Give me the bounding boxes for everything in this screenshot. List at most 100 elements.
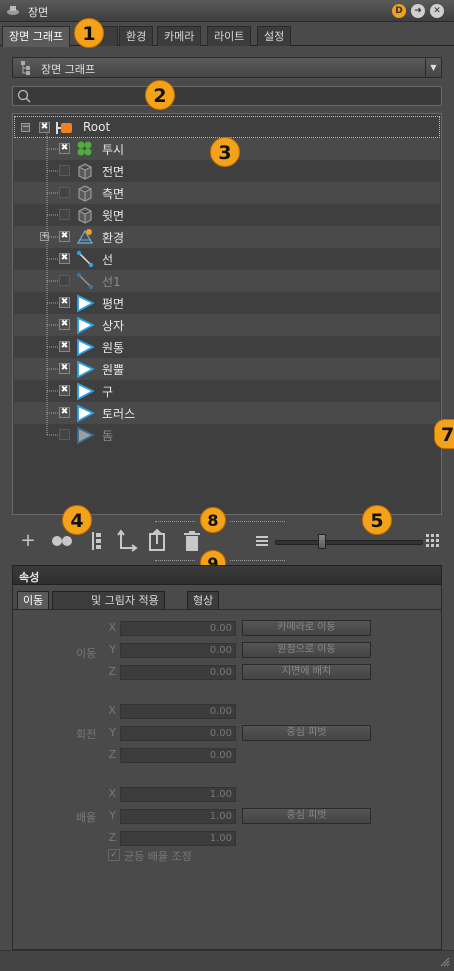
rotate-z-field[interactable]: 0.00 — [120, 748, 236, 763]
tree-label: 상자 — [102, 319, 125, 333]
splitter-grip-left[interactable] — [155, 521, 195, 523]
mesh-icon — [77, 382, 94, 400]
rotate-center-pivot-button[interactable]: 중심 피벗 — [242, 725, 371, 741]
tab-environment[interactable]: 환경 — [119, 26, 154, 46]
splitter-grip-lower-left[interactable] — [155, 560, 195, 562]
tree-row[interactable]: ✖ 평면 — [14, 292, 440, 314]
tab-light[interactable]: 라이트 — [207, 26, 252, 46]
scene-tree[interactable]: − ✖ Root ✖ 투시 전면 측면 윗면 + ✖ 환경 ✖ 선 선1 ✖ 평면 ✖ 상자 ✖ 원통 ✖ 원뿔 ✖ 구… — [12, 113, 442, 515]
visibility-checkbox[interactable] — [59, 187, 70, 198]
scene-graph-dropdown[interactable]: 장면 그래프 ▼ — [12, 57, 442, 78]
grid-view-icon[interactable] — [424, 532, 442, 550]
tree-row[interactable]: + ✖ 환경 — [14, 226, 440, 248]
tree-row[interactable]: ✖ 토러스 — [14, 402, 440, 424]
trash-icon[interactable] — [180, 530, 204, 552]
move-to-origin-button[interactable]: 원점으로 이동 — [242, 642, 371, 658]
arrow-right-icon[interactable]: ➜ — [411, 4, 425, 18]
axis-label-x: X — [108, 704, 116, 717]
visibility-checkbox[interactable]: ✖ — [59, 363, 70, 374]
properties-panel — [12, 585, 442, 950]
visibility-checkbox[interactable]: ✖ — [59, 297, 70, 308]
cube-camera-icon — [78, 207, 92, 224]
align-icon[interactable] — [84, 531, 108, 551]
tree-row[interactable]: ✖ 구 — [14, 380, 440, 402]
mesh-icon — [77, 294, 94, 312]
zoom-slider-track[interactable] — [275, 540, 423, 545]
visibility-checkbox[interactable]: ✖ — [59, 341, 70, 352]
add-icon[interactable]: + — [16, 528, 40, 554]
splitter-grip-right[interactable] — [230, 521, 285, 523]
translate-z-field[interactable]: 0.00 — [120, 665, 236, 680]
visibility-checkbox[interactable] — [59, 275, 70, 286]
axis-label-x: X — [108, 787, 116, 800]
visibility-checkbox[interactable]: ✖ — [59, 253, 70, 264]
splitter-grip-lower-right[interactable] — [230, 560, 285, 562]
tree-label: 토러스 — [102, 407, 136, 421]
tab-camera[interactable]: 카메라 — [157, 26, 202, 46]
visibility-checkbox[interactable] — [59, 429, 70, 440]
group-icon[interactable] — [50, 534, 74, 548]
marker-1: 1 — [74, 18, 104, 48]
visibility-checkbox[interactable]: ✖ — [59, 319, 70, 330]
scale-center-pivot-button[interactable]: 중심 피벗 — [242, 808, 371, 824]
uniform-scale-label: 균등 배율 조정 — [124, 850, 192, 863]
tree-label: 투시 — [102, 143, 125, 157]
tree-row[interactable]: 측면 — [14, 182, 440, 204]
chevron-down-icon[interactable]: ▼ — [425, 58, 441, 77]
tree-row[interactable]: 윗면 — [14, 204, 440, 226]
axis-label-z: Z — [108, 748, 116, 761]
rotate-x-field[interactable]: 0.00 — [120, 704, 236, 719]
rotate-y-field[interactable]: 0.00 — [120, 726, 236, 741]
window-titlebar — [0, 0, 454, 22]
properties-header: 속성 — [12, 565, 442, 585]
tree-label: 측면 — [102, 187, 125, 201]
tab-settings[interactable]: 설정 — [257, 26, 292, 46]
cube-camera-icon — [78, 185, 92, 202]
ptab-shape[interactable]: 형상 — [187, 591, 220, 609]
export-icon[interactable] — [146, 528, 170, 554]
place-on-ground-button[interactable]: 지면에 배치 — [242, 664, 371, 680]
dropdown-value: 장면 그래프 — [41, 63, 96, 76]
ptab-translate[interactable]: 이동 — [17, 591, 50, 609]
visibility-checkbox[interactable] — [59, 165, 70, 176]
visibility-checkbox[interactable]: ✖ — [59, 407, 70, 418]
tree-row[interactable]: ✖ 상자 — [14, 314, 440, 336]
collapse-icon[interactable]: − — [21, 123, 30, 132]
visibility-checkbox[interactable] — [59, 209, 70, 220]
zoom-slider-thumb[interactable] — [318, 534, 327, 549]
visibility-checkbox[interactable]: ✖ — [39, 122, 50, 133]
scale-y-field[interactable]: 1.00 — [120, 809, 236, 824]
move-to-camera-button[interactable]: 카메라로 이동 — [242, 620, 371, 636]
move-axes-icon[interactable] — [114, 528, 138, 554]
tree-label: 환경 — [102, 231, 125, 245]
marker-7: 7 — [434, 419, 454, 449]
tree-row[interactable]: ✖ 원뿔 — [14, 358, 440, 380]
expand-icon[interactable]: + — [40, 232, 49, 241]
uniform-scale-checkbox[interactable]: ✓ — [108, 849, 120, 861]
dock-d-button[interactable]: D — [392, 4, 406, 18]
axis-label-y: Y — [109, 726, 116, 739]
tab-scene-graph[interactable]: 장면 그래프 — [2, 26, 71, 47]
tree-row[interactable]: 돔 — [14, 424, 440, 446]
tree-row[interactable]: ✖ 선 — [14, 248, 440, 270]
scale-x-field[interactable]: 1.00 — [120, 787, 236, 802]
translate-x-field[interactable]: 0.00 — [120, 621, 236, 636]
axis-label-z: Z — [108, 831, 116, 844]
tree-row-root[interactable]: − ✖ Root — [14, 116, 440, 138]
visibility-checkbox[interactable]: ✖ — [59, 143, 70, 154]
mesh-icon — [77, 404, 94, 422]
translate-y-field[interactable]: 0.00 — [120, 643, 236, 658]
scale-z-field[interactable]: 1.00 — [120, 831, 236, 846]
tree-row[interactable]: 선1 — [14, 270, 440, 292]
close-icon[interactable]: ✕ — [430, 4, 444, 18]
root-node-icon — [56, 122, 72, 134]
list-view-icon[interactable] — [250, 534, 274, 548]
visibility-checkbox[interactable]: ✖ — [59, 231, 70, 242]
mesh-icon — [77, 360, 94, 378]
tree-row[interactable]: ✖ 원통 — [14, 336, 440, 358]
search-input[interactable] — [12, 86, 442, 106]
resize-grip-icon[interactable] — [438, 955, 450, 967]
tree-label: 원뿔 — [102, 363, 125, 377]
ptab-material-shadow[interactable]: 및 그림자 적용 — [52, 591, 165, 609]
visibility-checkbox[interactable]: ✖ — [59, 385, 70, 396]
